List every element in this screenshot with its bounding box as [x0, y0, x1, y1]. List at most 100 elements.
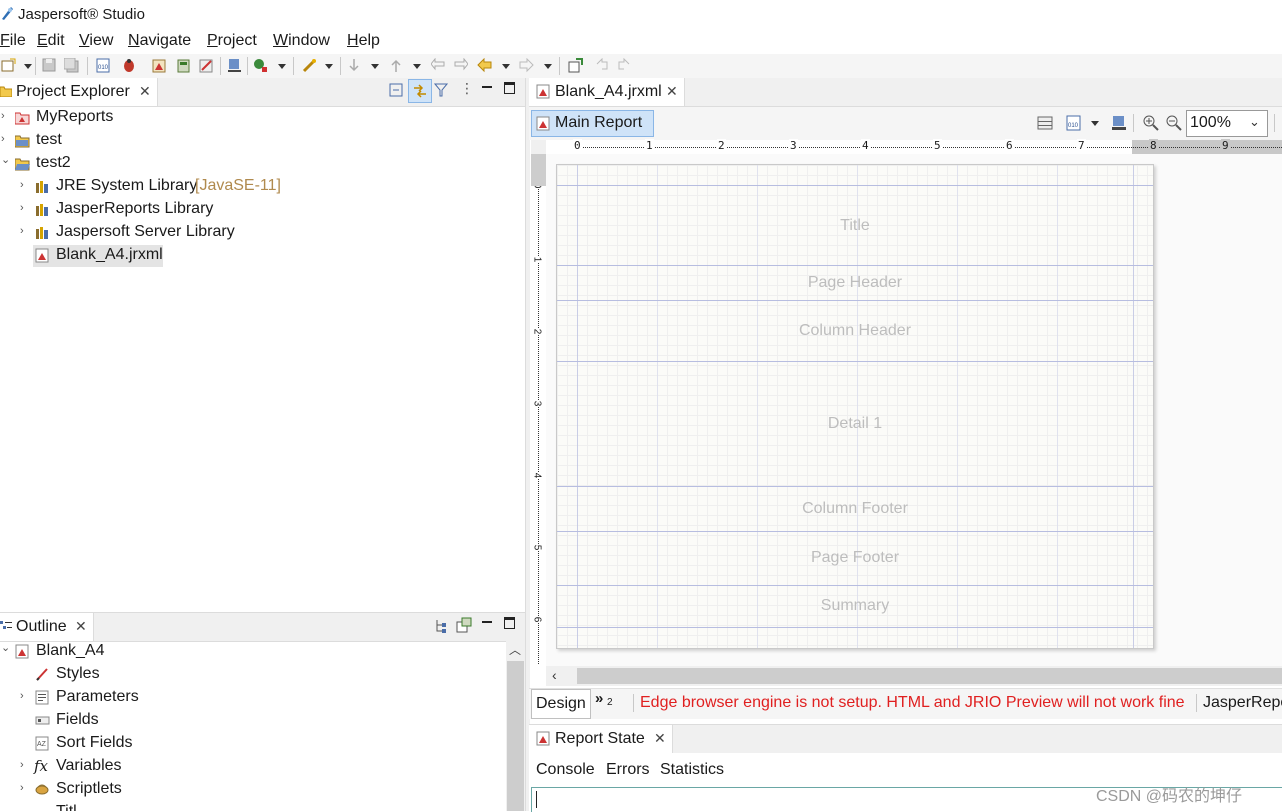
tab-blank-a4-jrxml[interactable]: Blank_A4.jrxml ✕	[529, 78, 685, 106]
collapse-all-icon[interactable]	[389, 83, 403, 97]
link-with-editor-button[interactable]	[408, 79, 432, 103]
minimize-icon[interactable]	[482, 86, 492, 88]
export-icon[interactable]	[1111, 115, 1127, 131]
band-separator[interactable]	[557, 265, 1153, 266]
tree-item-server-library[interactable]: › Jaspersoft Server Library	[0, 222, 525, 244]
undo-icon[interactable]	[594, 58, 609, 73]
band-title[interactable]: Title	[557, 217, 1153, 235]
scroll-up-icon[interactable]: ︿	[509, 641, 521, 658]
nav-back-icon[interactable]	[477, 58, 492, 73]
band-separator[interactable]	[557, 627, 1153, 628]
wand-icon[interactable]	[302, 58, 317, 73]
new-report-icon[interactable]	[152, 58, 167, 73]
filter-icon[interactable]	[434, 83, 448, 97]
run-icon[interactable]	[253, 58, 268, 73]
expand-icon[interactable]: ›	[1, 133, 5, 145]
menu-edit[interactable]: Edit	[37, 32, 65, 50]
publish-icon[interactable]	[227, 58, 242, 73]
canvas-hscrollbar[interactable]: ‹	[546, 666, 1282, 686]
next-annotation-icon[interactable]	[347, 58, 362, 73]
tab-console[interactable]: Console	[536, 761, 595, 779]
tree-item-test[interactable]: › test	[0, 130, 525, 152]
band-page-footer[interactable]: Page Footer	[557, 549, 1153, 567]
outline-item-variables[interactable]: › fx Variables	[0, 756, 506, 778]
band-column-footer[interactable]: Column Footer	[557, 500, 1153, 518]
back-icon[interactable]	[453, 58, 468, 73]
outline-item-blank-a4[interactable]: ⌄ Blank_A4	[0, 641, 506, 663]
band-separator[interactable]	[557, 300, 1153, 301]
save-all-icon[interactable]	[64, 58, 79, 73]
main-report-button[interactable]: Main Report	[531, 110, 654, 137]
outline-scrollbar[interactable]: ︿	[506, 641, 525, 811]
outline-item-parameters[interactable]: › Parameters	[0, 687, 506, 709]
outline-item-sort-fields[interactable]: AZ Sort Fields	[0, 733, 506, 755]
menu-window[interactable]: Window	[273, 32, 330, 50]
tab-outline[interactable]: Outline ✕	[0, 613, 94, 641]
wand-dropdown-icon[interactable]	[325, 64, 333, 69]
compile-icon[interactable]: 010	[96, 58, 111, 73]
last-edit-icon[interactable]	[431, 58, 446, 73]
tab-jasper-repo[interactable]: JasperRepo	[1203, 694, 1282, 712]
minimize-icon[interactable]	[482, 621, 492, 623]
report-page[interactable]: Title Page Header Column Header Detail 1…	[556, 164, 1154, 649]
outline-item-scriptlets[interactable]: › Scriptlets	[0, 779, 506, 801]
open-perspective-icon[interactable]	[568, 58, 583, 73]
collapse-icon[interactable]: ⌄	[1, 641, 10, 654]
band-separator[interactable]	[557, 361, 1153, 362]
expand-icon[interactable]: ›	[20, 225, 24, 237]
close-icon[interactable]: ✕	[666, 83, 678, 100]
more-tabs-button[interactable]: » 2	[593, 689, 629, 717]
band-separator[interactable]	[557, 585, 1153, 586]
expand-icon[interactable]: ›	[20, 782, 24, 794]
maximize-icon[interactable]	[504, 82, 515, 94]
nav-back-dropdown-icon[interactable]	[502, 64, 510, 69]
new-dropdown-icon[interactable]	[24, 64, 32, 69]
new-adapter-icon[interactable]	[176, 58, 191, 73]
view-menu-icon[interactable]: ⋮	[460, 80, 474, 97]
band-summary[interactable]: Summary	[557, 597, 1153, 615]
band-column-header[interactable]: Column Header	[557, 322, 1153, 340]
tab-errors[interactable]: Errors	[606, 761, 650, 779]
thumbnail-view-icon[interactable]	[456, 617, 472, 633]
menu-project[interactable]: Project	[207, 32, 257, 50]
tab-statistics[interactable]: Statistics	[660, 761, 724, 779]
zoom-select[interactable]: 100% ⌄	[1186, 110, 1268, 137]
tree-item-jre-library[interactable]: › JRE System Library [JavaSE-11]	[0, 176, 525, 198]
tree-view-icon[interactable]	[435, 619, 449, 633]
tree-item-test2[interactable]: ⌄ test2	[0, 153, 525, 175]
zoom-out-icon[interactable]	[1166, 115, 1182, 131]
expand-icon[interactable]: ›	[20, 179, 24, 191]
tree-item-myreports[interactable]: › MyReports	[0, 107, 525, 129]
outline-item-title[interactable]: Titl	[0, 802, 506, 811]
outline-item-fields[interactable]: Fields	[0, 710, 506, 732]
new-file-icon[interactable]	[1, 58, 16, 73]
compile-dropdown-icon[interactable]	[1091, 121, 1099, 126]
zoom-in-icon[interactable]	[1143, 115, 1159, 131]
tab-report-state[interactable]: Report State ✕	[529, 725, 673, 753]
tree-item-jasperreports-library[interactable]: › JasperReports Library	[0, 199, 525, 221]
menu-help[interactable]: Help	[347, 32, 380, 50]
menu-file[interactable]: File	[0, 32, 26, 50]
nav-forward-dropdown-icon[interactable]	[544, 64, 552, 69]
expand-icon[interactable]: ›	[1, 110, 5, 122]
band-separator[interactable]	[557, 486, 1153, 487]
tree-item-blank-a4-jrxml[interactable]: Blank_A4.jrxml	[33, 245, 163, 267]
menu-view[interactable]: View	[79, 32, 113, 50]
close-icon[interactable]: ✕	[139, 83, 151, 100]
band-page-header[interactable]: Page Header	[557, 274, 1153, 292]
prev-annotation-dropdown-icon[interactable]	[413, 64, 421, 69]
band-detail-1[interactable]: Detail 1	[557, 415, 1153, 433]
run-dropdown-icon[interactable]	[278, 64, 286, 69]
new-style-icon[interactable]	[199, 58, 214, 73]
expand-icon[interactable]: ›	[20, 759, 24, 771]
canvas-vscroll-thumb[interactable]	[531, 154, 546, 186]
nav-forward-icon[interactable]	[519, 58, 534, 73]
expand-icon[interactable]: ›	[20, 202, 24, 214]
scroll-thumb[interactable]	[577, 668, 1282, 684]
close-icon[interactable]: ✕	[654, 730, 666, 747]
page-layout-icon[interactable]	[1037, 115, 1053, 131]
tab-design[interactable]: Design	[531, 689, 591, 719]
tab-project-explorer[interactable]: Project Explorer ✕	[0, 78, 158, 106]
outline-item-styles[interactable]: Styles	[0, 664, 506, 686]
expand-icon[interactable]: ›	[20, 690, 24, 702]
